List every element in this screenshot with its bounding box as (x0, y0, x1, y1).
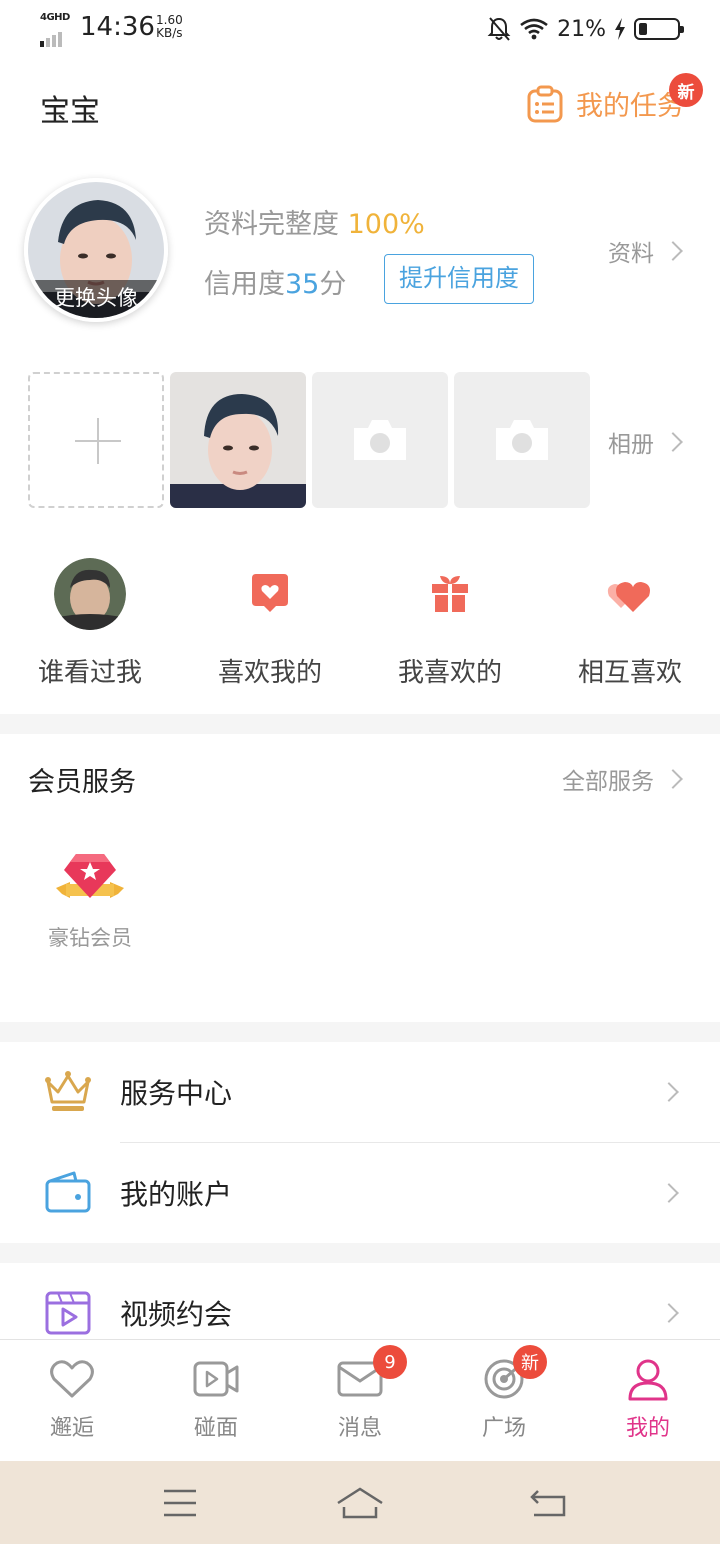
nav-plaza[interactable]: 广场 (432, 1356, 576, 1442)
chevron-right-icon (659, 1303, 679, 1323)
all-services-link[interactable]: 全部服务 (562, 762, 683, 796)
nav-messages[interactable]: 消息 (288, 1356, 432, 1442)
battery-icon (634, 18, 684, 40)
gift-icon (432, 576, 468, 612)
menu-icon[interactable] (150, 1483, 210, 1523)
album-empty-slot[interactable] (312, 372, 448, 508)
crown-icon (45, 1071, 91, 1111)
user-icon (628, 1359, 668, 1401)
mutual-likes-label: 相互喜欢 (577, 658, 682, 688)
bottom-nav: 邂逅 碰面 消息 广场 我的 (0, 1339, 720, 1461)
nav-meet[interactable]: 碰面 (144, 1356, 288, 1442)
back-icon[interactable] (518, 1483, 578, 1523)
battery-percent: 21% (557, 16, 606, 42)
clock: 14:36 (80, 12, 155, 42)
credit-score: 信用度35分 (204, 262, 346, 301)
network-speed: 1.60 KB/s (156, 14, 183, 40)
bell-muted-icon (487, 17, 511, 41)
who-viewed-me[interactable]: 谁看过我 (0, 558, 180, 689)
page-title: 宝宝 (40, 94, 100, 129)
network-speed-unit: KB/s (156, 26, 183, 40)
tasks-new-badge: 新 (669, 73, 703, 107)
signal-indicator: 4GHD (40, 12, 72, 47)
add-photo-button[interactable] (28, 372, 164, 508)
album-empty-slot[interactable] (454, 372, 590, 508)
task-clipboard-icon (527, 85, 563, 122)
chevron-right-icon (663, 432, 683, 452)
video-icon (193, 1361, 239, 1397)
home-icon[interactable] (330, 1483, 390, 1523)
profile-link[interactable]: 资料 (608, 234, 683, 268)
chevron-right-icon (663, 769, 683, 789)
section-divider (0, 1243, 720, 1263)
who-likes-me-label: 喜欢我的 (217, 658, 322, 688)
nav-encounter[interactable]: 邂逅 (0, 1356, 144, 1442)
chevron-right-icon (663, 241, 683, 261)
who-likes-me[interactable]: 喜欢我的 (180, 558, 360, 689)
nav-plaza-label: 广场 (481, 1416, 526, 1441)
diamond-vip-item[interactable]: 豪钻会员 (40, 852, 140, 952)
video-dating-icon (45, 1291, 91, 1335)
section-divider (0, 1022, 720, 1042)
credit-unit: 分 (319, 269, 347, 300)
profile-avatar[interactable]: 更换头像 (24, 178, 168, 322)
album-link[interactable]: 相册 (608, 425, 683, 459)
profile-completeness: 资料完整度 100% (204, 202, 425, 241)
album-photo-image (170, 372, 306, 508)
wallet-icon (45, 1171, 91, 1213)
plaza-new-badge: 新 (513, 1345, 547, 1379)
visitor-avatar (54, 558, 126, 630)
heart-bubble-icon (252, 574, 288, 612)
all-services-label: 全部服务 (562, 769, 654, 795)
camera-icon (354, 420, 406, 460)
status-right: 21% (487, 14, 684, 44)
wifi-icon (520, 18, 548, 40)
completeness-value: 100% (347, 209, 425, 240)
profile-link-label: 资料 (608, 241, 654, 267)
my-tasks-label: 我的任务 (576, 91, 684, 122)
nav-meet-label: 碰面 (193, 1416, 238, 1441)
my-account-row[interactable]: 我的账户 (0, 1143, 720, 1243)
my-tasks-button[interactable]: 我的任务 (526, 84, 684, 123)
chevron-right-icon (659, 1183, 679, 1203)
diamond-vip-label: 豪钻会员 (48, 926, 132, 950)
completeness-label: 资料完整度 (204, 209, 339, 240)
video-dating-label: 视频约会 (120, 1298, 233, 1331)
network-type: 4GHD (40, 12, 70, 23)
album-link-label: 相册 (608, 432, 654, 458)
credit-label: 信用度 (204, 269, 285, 300)
my-account-label: 我的账户 (120, 1178, 233, 1211)
nav-messages-label: 消息 (337, 1416, 382, 1441)
diamond-badge-icon (56, 854, 124, 898)
double-heart-icon (607, 582, 650, 612)
nav-encounter-label: 邂逅 (49, 1416, 94, 1441)
nav-me[interactable]: 我的 (576, 1356, 720, 1442)
section-divider (0, 714, 720, 734)
chevron-right-icon (659, 1082, 679, 1102)
change-avatar-label: 更换头像 (28, 280, 164, 318)
camera-icon (496, 420, 548, 460)
i-like[interactable]: 我喜欢的 (360, 558, 540, 689)
credit-score-value: 35 (285, 269, 320, 300)
i-like-label: 我喜欢的 (397, 658, 502, 688)
battery-fill (639, 23, 647, 35)
charging-icon (615, 18, 625, 40)
signal-bars-icon (40, 28, 64, 47)
who-viewed-me-label: 谁看过我 (37, 658, 142, 688)
album-photo[interactable] (170, 372, 306, 508)
service-center-label: 服务中心 (120, 1077, 233, 1110)
messages-count-badge: 9 (373, 1345, 407, 1379)
improve-credit-button[interactable]: 提升信用度 (384, 254, 534, 304)
heart-icon (50, 1360, 94, 1398)
system-nav-bar (0, 1461, 720, 1544)
member-services-title: 会员服务 (28, 767, 136, 798)
service-center-row[interactable]: 服务中心 (0, 1042, 720, 1142)
nav-me-label: 我的 (625, 1416, 670, 1441)
mutual-likes[interactable]: 相互喜欢 (540, 558, 720, 689)
status-bar: 4GHD 14:36 1.60 KB/s 21% (0, 0, 720, 58)
